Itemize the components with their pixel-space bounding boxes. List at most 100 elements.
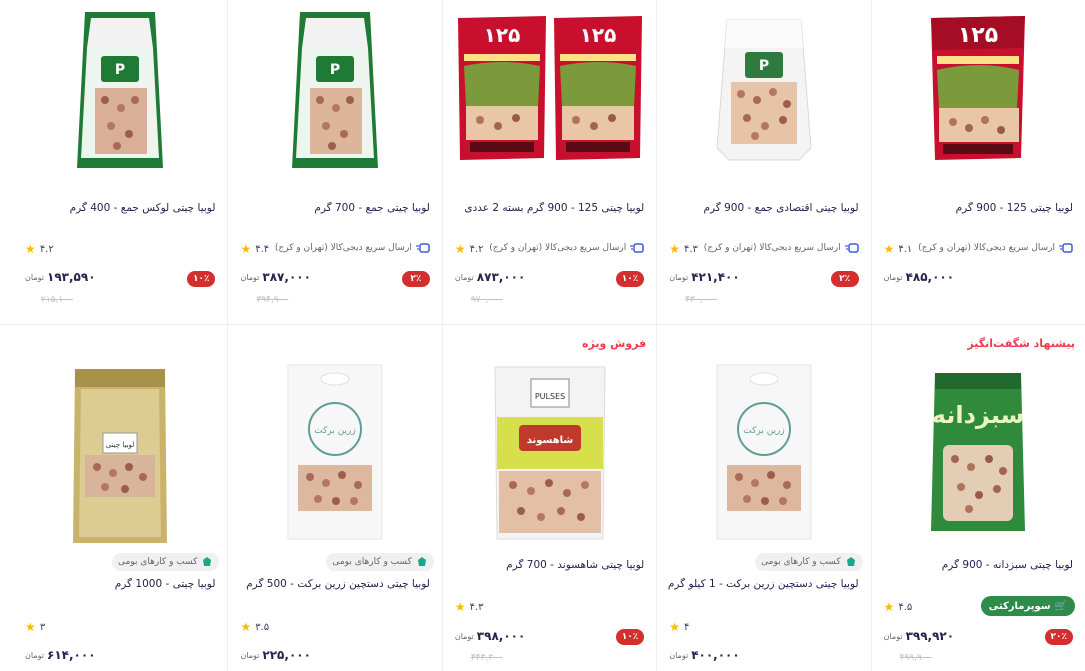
product-image[interactable]: ۱۲۵ ۱۲۵: [450, 8, 650, 168]
product-image[interactable]: ۱۲۵: [913, 8, 1043, 168]
fast-shipping: ارسال سریع دیجی‌کالا (تهران و کرج): [489, 243, 644, 253]
price: تومان ۴۸۵,۰۰۰: [884, 270, 954, 284]
toman-label: تومان: [25, 272, 45, 282]
product-title[interactable]: لوبیا چیتی 125 - 900 گرم: [882, 202, 1073, 214]
shipping-label: ارسال سریع دیجی‌کالا (تهران و کرج): [274, 243, 412, 253]
star-icon: ★: [454, 600, 466, 614]
product-card[interactable]: P لوبیا چیتی اقتصادی جمع - 900 گرم ارسال…: [656, 0, 870, 324]
toman-label: تومان: [883, 272, 903, 282]
svg-text:P: P: [115, 62, 125, 78]
local-business-icon: [203, 557, 212, 566]
discount-badge: ۱۰٪: [186, 271, 216, 287]
product-card[interactable]: پیشنهاد شگفت‌انگیز سبزدانه لوبیا چیتی سب…: [870, 325, 1085, 671]
product-title[interactable]: لوبیا چیتی جمع - 700 گرم: [238, 202, 429, 214]
product-card[interactable]: ۱۲۵ لوبیا چیتی 125 - 900 گرم ارسال سریع …: [870, 0, 1085, 324]
svg-text:P: P: [759, 58, 769, 74]
old-price: ۹۷۰,۰۰۰: [470, 295, 503, 305]
rating-value: ۴.۲: [39, 243, 54, 255]
product-rating: ★ ۴.۴: [240, 242, 269, 256]
price: تومان ۴۲۱,۴۰۰: [669, 270, 739, 284]
product-card[interactable]: لوبیا چیتی کسب و کارهای بومی لوبیا چیتی …: [13, 325, 227, 671]
product-title[interactable]: لوبیا چیتی سبزدانه - 900 گرم: [882, 559, 1073, 571]
rating-value: ۴.۱: [898, 243, 913, 255]
product-image[interactable]: لوبیا چیتی: [55, 359, 185, 545]
product-card[interactable]: فروش ویژه PULSES شاهسوند لوبیا چیتی شاهس…: [441, 325, 656, 671]
star-icon: ★: [25, 620, 36, 634]
product-grid: ۱۲۵ لوبیا چیتی 125 - 900 گرم ارسال سریع …: [0, 0, 1085, 671]
svg-text:PULSES: PULSES: [534, 392, 564, 401]
product-title[interactable]: لوبیا چیتی اقتصادی جمع - 900 گرم: [667, 202, 858, 214]
toman-label: تومان: [669, 272, 689, 282]
star-icon: ★: [240, 242, 252, 256]
discount-badge: ۲٪: [401, 271, 430, 287]
product-image[interactable]: P: [55, 8, 185, 168]
product-title[interactable]: لوبیا چیتی دستچین زرین برکت - 500 گرم: [238, 578, 430, 590]
star-icon: ★: [454, 242, 466, 256]
product-card[interactable]: P لوبیا چیتی جمع - 700 گرم ارسال سریع دی…: [227, 0, 441, 324]
price-value: ۳۹۹,۹۲۰: [905, 629, 955, 643]
svg-text:۱۲۵: ۱۲۵: [483, 23, 520, 47]
product-rating: ★ ۴.۲: [455, 242, 484, 256]
price: تومان ۲۲۵,۰۰۰: [240, 648, 310, 662]
rating-value: ۴.۲: [469, 243, 484, 255]
price-value: ۴۲۱,۴۰۰: [691, 270, 740, 284]
price-value: ۳۸۷,۰۰۰: [262, 270, 311, 284]
local-business-icon: [417, 557, 426, 566]
price: تومان ۳۹۸,۰۰۰: [455, 629, 525, 643]
price: تومان ۸۷۳,۰۰۰: [455, 270, 525, 284]
product-card[interactable]: P لوبیا چیتی لوکس جمع - 400 گرم ★ ۴.۲ ۱۰…: [13, 0, 227, 324]
svg-text:۱۲۵: ۱۲۵: [579, 23, 616, 47]
product-title[interactable]: لوبیا چیتی شاهسوند - 700 گرم: [453, 559, 644, 571]
local-business-icon: [846, 557, 855, 566]
product-row: پیشنهاد شگفت‌انگیز سبزدانه لوبیا چیتی سب…: [0, 325, 1085, 671]
product-card[interactable]: زرین برکت کسب و کارهای بومی لوبیا چیتی د…: [656, 325, 870, 671]
fast-shipping: ارسال سریع دیجی‌کالا (تهران و کرج): [275, 243, 430, 253]
product-image[interactable]: P: [699, 8, 829, 168]
product-rating: ★ ۴.۲: [25, 242, 54, 256]
old-price: ۲۱۵,۱۰۰: [41, 295, 73, 305]
star-icon: ★: [25, 242, 36, 256]
product-image[interactable]: سبزدانه: [913, 359, 1043, 545]
supermarket-badge: 🛒 سوپرمارکتی: [980, 596, 1075, 616]
svg-text:۱۲۵: ۱۲۵: [958, 23, 998, 48]
product-image[interactable]: زرین برکت: [270, 359, 400, 545]
product-title[interactable]: لوبیا چیتی دستچین زرین برکت - 1 کیلو گرم: [667, 578, 859, 590]
product-rating: ★ ۳: [25, 620, 45, 634]
product-image[interactable]: P: [270, 8, 400, 168]
rating-value: ۴.۴: [255, 243, 270, 255]
product-title[interactable]: لوبیا چیتی 125 - 900 گرم بسته 2 عددی: [453, 202, 644, 214]
discount-badge: ۱۰٪: [615, 629, 645, 645]
toman-label: تومان: [454, 272, 474, 282]
price: تومان ۱۹۳,۵۹۰: [25, 270, 95, 284]
toman-label: تومان: [454, 631, 474, 641]
product-title[interactable]: لوبیا چیتی - 1000 گرم: [23, 578, 216, 590]
basket-icon: 🛒: [1054, 600, 1067, 612]
product-card[interactable]: ۱۲۵ ۱۲۵ لوبیا چیتی 125 - 900 گرم بسته 2 …: [441, 0, 656, 324]
special-sale-label: فروش ویژه: [582, 337, 647, 350]
product-rating: ★ ۴.۱: [884, 242, 913, 256]
product-image[interactable]: زرین برکت: [699, 359, 829, 545]
product-rating: ★ ۴.۵: [884, 600, 913, 614]
fast-delivery-icon: [415, 243, 430, 253]
product-rating: ★ ۴.۳: [669, 242, 698, 256]
product-title[interactable]: لوبیا چیتی لوکس جمع - 400 گرم: [23, 202, 216, 214]
star-icon: ★: [240, 620, 252, 634]
old-price: ۴۳۰,۰۰۰: [685, 295, 718, 305]
rating-value: ۳: [39, 621, 46, 633]
discount-badge: ۲۰٪: [1044, 629, 1073, 645]
fast-shipping: ارسال سریع دیجی‌کالا (تهران و کرج): [918, 243, 1073, 253]
price-value: ۴۰۰,۰۰۰: [691, 648, 740, 662]
product-card[interactable]: زرین برکت کسب و کارهای بومی لوبیا چیتی د…: [227, 325, 441, 671]
svg-text:زرین برکت: زرین برکت: [314, 426, 356, 436]
rating-value: ۴.۳: [683, 243, 698, 255]
fast-delivery-icon: [630, 243, 644, 253]
supermarket-label: سوپرمارکتی: [988, 600, 1051, 612]
price: تومان ۳۹۹,۹۲۰: [884, 629, 954, 643]
product-image[interactable]: PULSES شاهسوند: [485, 359, 615, 545]
discount-badge: ۱۰٪: [615, 271, 645, 287]
local-business-chip: کسب و کارهای بومی: [326, 553, 434, 571]
old-price: ۳۹۴,۹۰۰: [256, 295, 289, 305]
svg-text:شاهسوند: شاهسوند: [526, 435, 573, 446]
price: تومان ۶۱۴,۰۰۰: [25, 648, 95, 662]
price-value: ۱۹۳,۵۹۰: [47, 270, 96, 284]
